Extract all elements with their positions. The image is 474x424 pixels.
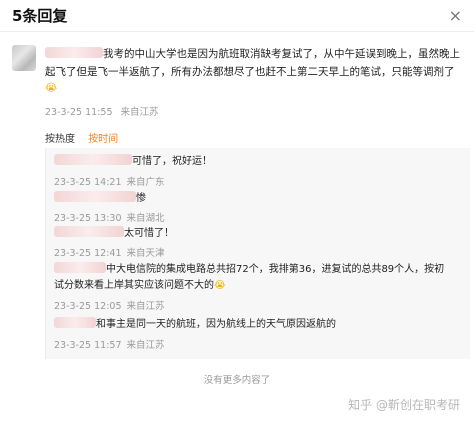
- crying-emoji-icon: 😭: [45, 82, 58, 94]
- reply-meta: 23-3-25 13:30 来自湖北: [54, 213, 165, 224]
- reply-text: 中大电信院的集成电路总共招72个，我排第36，进复试的总共89个人，按初: [54, 262, 444, 278]
- username-blurred[interactable]: [54, 191, 136, 202]
- reply-meta: 23-3-25 12:05 来自江苏: [54, 301, 165, 312]
- reply-list: 可惜了，祝好运！ 23-3-25 14:21 来自广东 惨 23-3-25 13:…: [45, 148, 470, 359]
- main-comment-text: 我考的中山大学也是因为航班取消缺考复试了，从中午延误到晚上，虽然晚上: [45, 46, 460, 62]
- sort-tabs: 按热度 按时间: [45, 130, 128, 145]
- crying-emoji-icon: 😭: [214, 280, 226, 291]
- reply-text: 太可惜了！: [54, 226, 174, 242]
- dialog-title: 5条回复: [12, 7, 68, 25]
- reply-text: 和事主是同一天的航班，因为航线上的天气原因返航的: [54, 317, 336, 333]
- dialog-header: 5条回复 ×: [0, 0, 474, 30]
- username-blurred[interactable]: [45, 47, 103, 58]
- main-comment-meta: 23-3-25 11:55 来自江苏: [45, 107, 159, 118]
- username-blurred[interactable]: [54, 154, 132, 165]
- sort-by-hot-tab[interactable]: 按热度: [45, 134, 75, 145]
- sort-by-time-tab[interactable]: 按时间: [88, 134, 118, 145]
- watermark: 知乎 @靳创在职考研: [348, 398, 460, 412]
- close-icon[interactable]: ×: [449, 6, 462, 25]
- username-blurred[interactable]: [54, 317, 96, 328]
- reply-meta: 23-3-25 11:57 来自江苏: [54, 340, 165, 351]
- username-blurred[interactable]: [54, 262, 106, 273]
- header-divider: [0, 31, 474, 32]
- no-more-content: 没有更多内容了: [203, 375, 271, 386]
- reply-text: 可惜了，祝好运！: [54, 154, 212, 170]
- avatar[interactable]: [12, 45, 36, 71]
- reply-text: 惨: [54, 191, 146, 207]
- reply-meta: 23-3-25 12:41 来自天津: [54, 248, 165, 259]
- reply-meta: 23-3-25 14:21 来自广东: [54, 177, 165, 188]
- username-blurred[interactable]: [54, 226, 124, 237]
